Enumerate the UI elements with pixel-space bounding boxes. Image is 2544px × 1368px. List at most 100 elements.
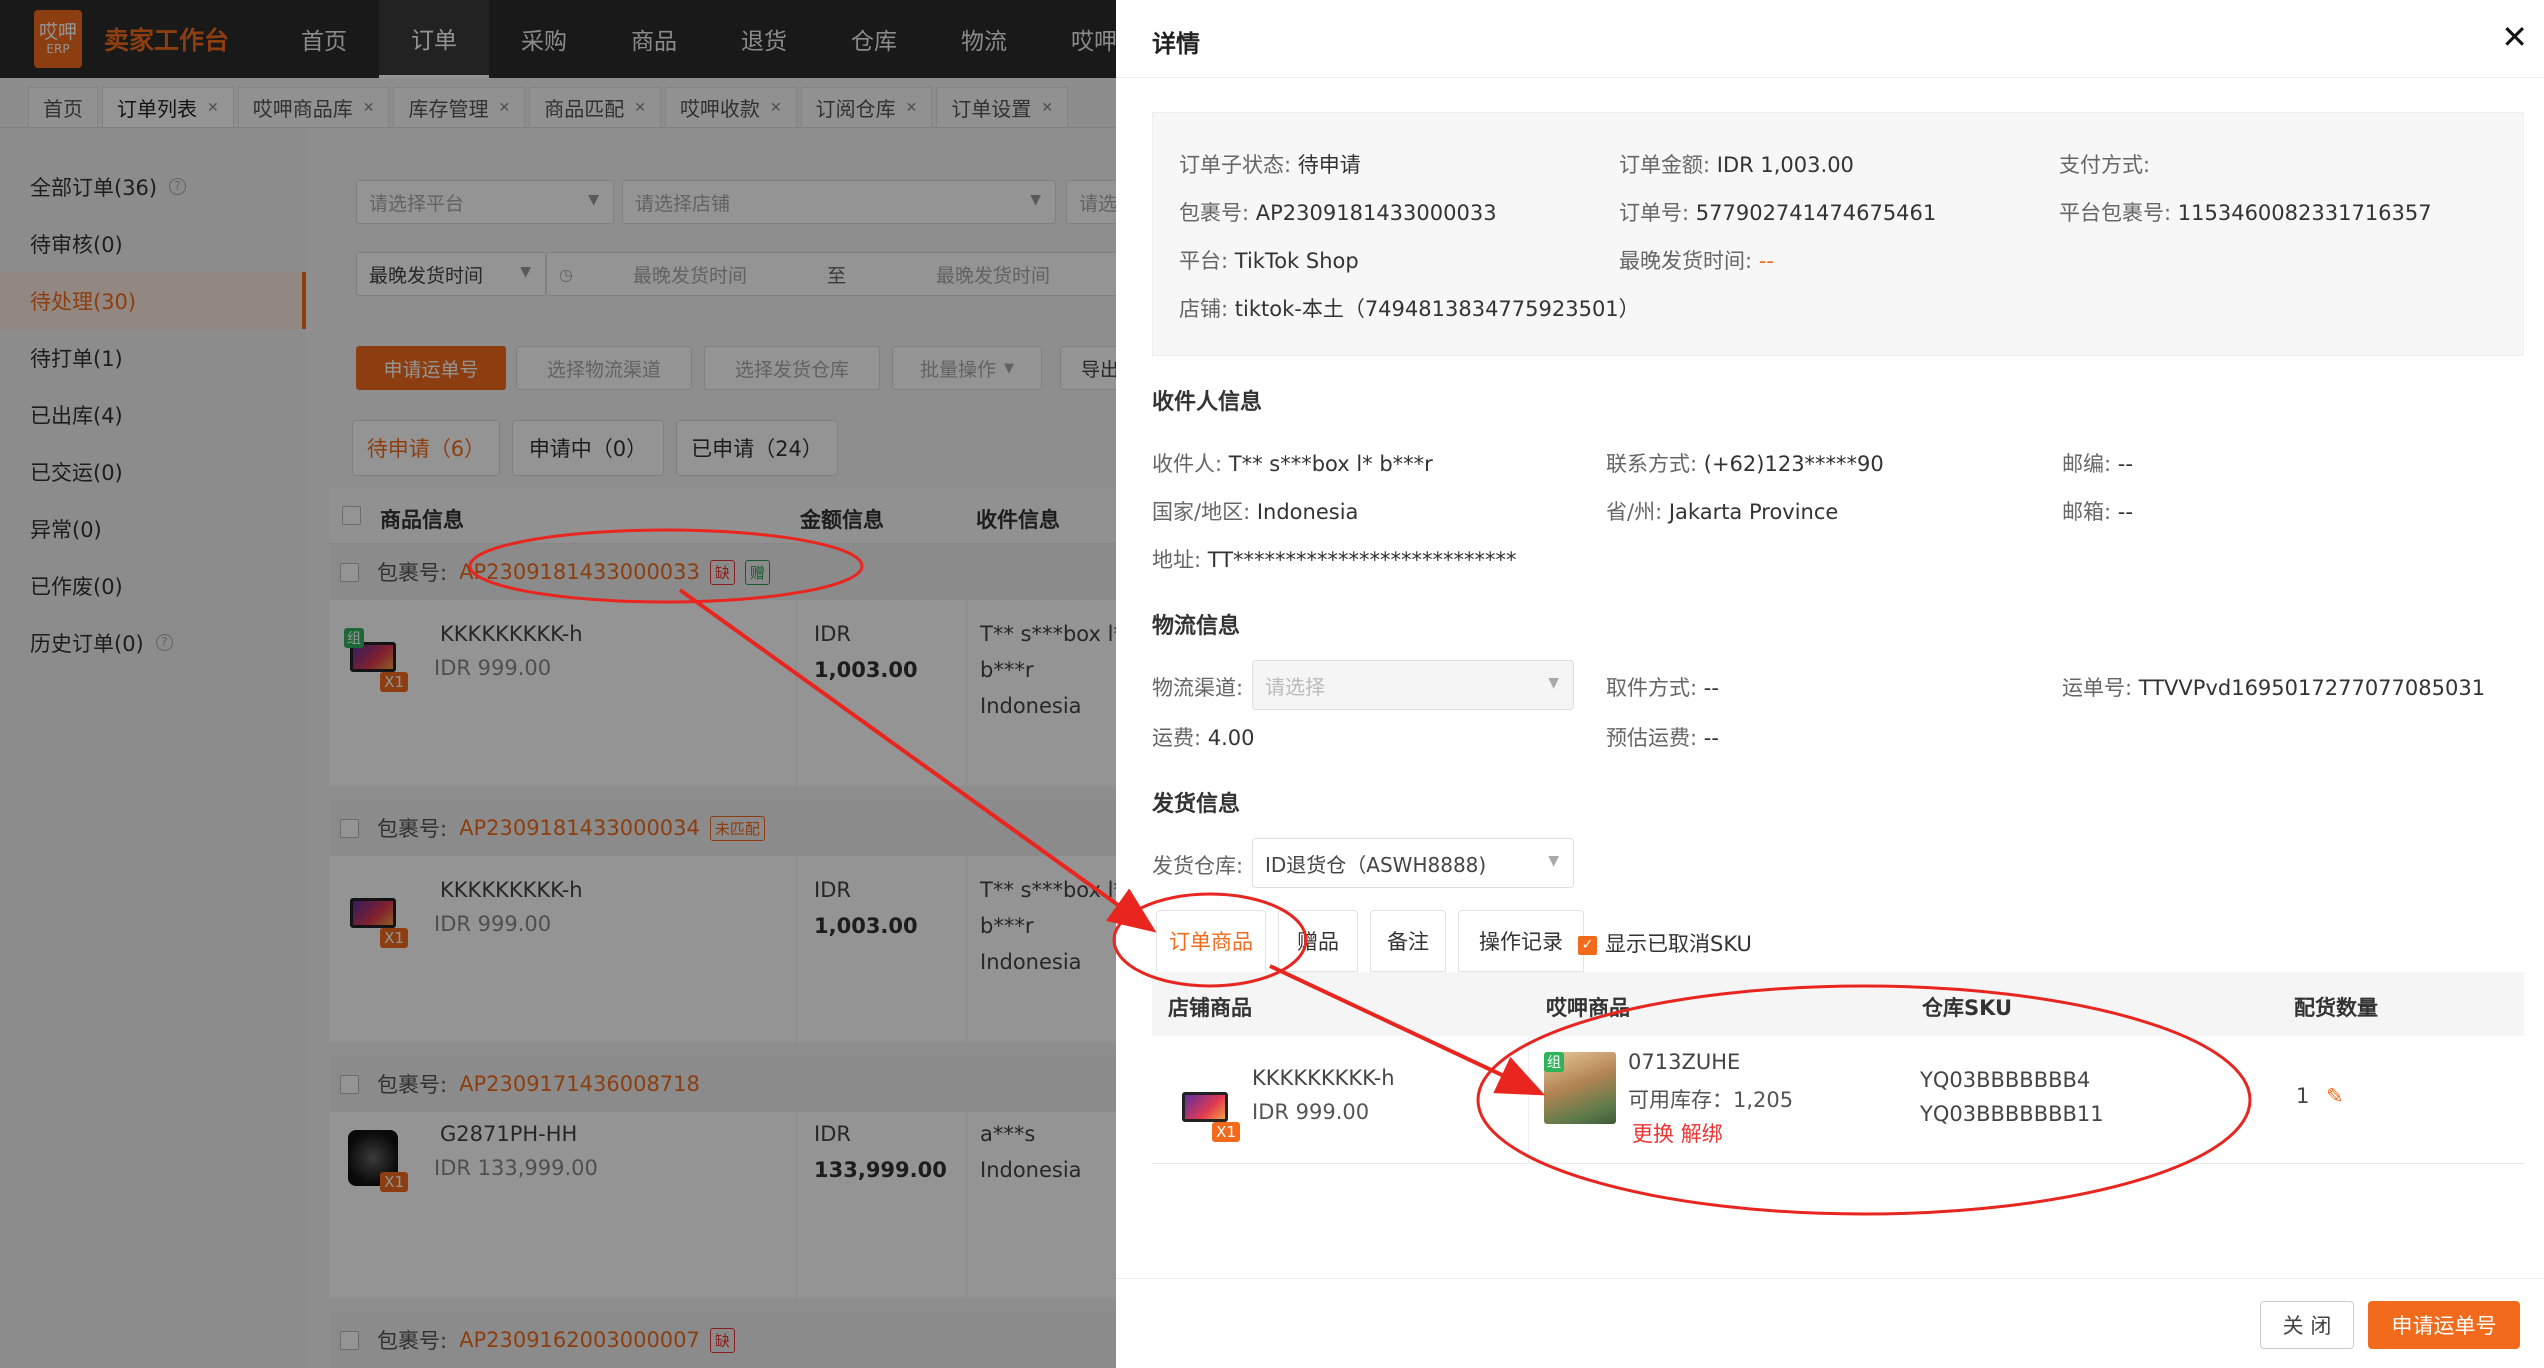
field-value: 577902741474675461 xyxy=(1695,201,1937,225)
field-label: 订单金额: xyxy=(1619,153,1711,177)
store-field: 店铺: tiktok-本土（7494813834775923501） xyxy=(1179,293,1640,323)
replace-link[interactable]: 更换 xyxy=(1632,1122,1674,1146)
aiya-product-code: 0713ZUHE xyxy=(1628,1050,1741,1074)
contact-field: 联系方式: (+62)123*****90 xyxy=(1606,448,1884,478)
store-product-price: IDR 999.00 xyxy=(1252,1100,1370,1124)
country-field: 国家/地区: Indonesia xyxy=(1152,496,1358,526)
tab-notes[interactable]: 备注 xyxy=(1370,910,1446,972)
aiya-product-photo: 组 xyxy=(1544,1052,1616,1124)
tab-operation-log[interactable]: 操作记录 xyxy=(1458,910,1584,972)
email-field: 邮箱: -- xyxy=(2062,496,2133,526)
drawer-title: 详情 xyxy=(1152,30,1200,58)
address-field: 地址: TT*************************** xyxy=(1152,544,1517,574)
field-label: 订单子状态: xyxy=(1179,153,1292,177)
field-label: 预估运费: xyxy=(1606,726,1698,750)
drawer-footer: 关 闭 申请运单号 xyxy=(1116,1278,2544,1368)
field-value: IDR 1,003.00 xyxy=(1716,153,1854,177)
field-label: 国家/地区: xyxy=(1152,500,1251,524)
stock-value: 1,205 xyxy=(1733,1088,1794,1112)
checkmark-icon: ✓ xyxy=(1578,935,1597,955)
logistics-channel-select[interactable]: 请选择 ▼ xyxy=(1252,660,1574,710)
apply-tracking-number-button[interactable]: 申请运单号 xyxy=(2368,1301,2520,1349)
chevron-down-icon: ▼ xyxy=(1548,853,1559,869)
field-label: 支付方式: xyxy=(2059,153,2151,177)
payment-method-field: 支付方式: xyxy=(2059,149,2150,179)
platform-package-field: 平台包裹号: 1153460082331716357 xyxy=(2059,197,2432,227)
field-label: 运单号: xyxy=(2062,676,2133,700)
field-label: 物流渠道: xyxy=(1152,676,1244,700)
field-value: tiktok-本土（7494813834775923501） xyxy=(1234,297,1640,321)
drawer-header: 详情 ✕ xyxy=(1116,0,2544,78)
field-label: 收件人: xyxy=(1152,452,1223,476)
available-stock: 可用库存：1,205 xyxy=(1628,1084,1793,1114)
show-cancelled-sku-checkbox[interactable]: ✓ 显示已取消SKU xyxy=(1578,928,1752,958)
header-store-product: 店铺商品 xyxy=(1168,996,1252,1020)
field-value: T** s***box l* b***r xyxy=(1228,452,1433,476)
warehouse-sku: YQ03BBBBBBB4 xyxy=(1920,1068,2091,1092)
aiya-product-actions: 更换 解绑 xyxy=(1632,1118,1723,1148)
field-value: TTVVPvd1695017277077085031 xyxy=(2138,676,2486,700)
select-placeholder: 请选择 xyxy=(1265,674,1325,699)
field-value: Indonesia xyxy=(1256,500,1359,524)
tab-gifts[interactable]: 赠品 xyxy=(1278,910,1358,972)
field-label: 最晚发货时间: xyxy=(1619,249,1753,273)
table-row: X1 KKKKKKKKK-h IDR 999.00 组 0713ZUHE 可用库… xyxy=(1152,1036,2524,1164)
close-button[interactable]: 关 闭 xyxy=(2260,1301,2354,1349)
field-label: 运费: xyxy=(1152,726,1202,750)
field-value: 1153460082331716357 xyxy=(2177,201,2432,225)
alloc-qty-value: 1 xyxy=(2296,1084,2310,1108)
laptop-image xyxy=(1182,1092,1228,1122)
field-value: -- xyxy=(2117,500,2133,524)
tab-order-items[interactable]: 订单商品 xyxy=(1156,910,1266,972)
field-label: 取件方式: xyxy=(1606,676,1698,700)
logistics-section-title: 物流信息 xyxy=(1152,614,1241,639)
stock-label: 可用库存： xyxy=(1628,1088,1733,1112)
edit-icon[interactable]: ✎ xyxy=(2326,1084,2344,1108)
tracking-field: 运单号: TTVVPvd1695017277077085031 xyxy=(2062,672,2485,702)
modal-backdrop[interactable] xyxy=(0,0,1116,1368)
field-label: 邮箱: xyxy=(2062,500,2112,524)
divider xyxy=(1528,1036,1529,1164)
field-value: 4.00 xyxy=(1207,726,1255,750)
store-product-name: KKKKKKKKK-h xyxy=(1252,1066,1395,1090)
combo-badge: 组 xyxy=(1544,1052,1564,1072)
warehouse-label: 发货仓库: xyxy=(1152,850,1243,880)
warehouse-sku: YQ03BBBBBBB11 xyxy=(1920,1102,2104,1126)
field-value: Jakarta Province xyxy=(1668,500,1839,524)
field-value: -- xyxy=(1703,676,1719,700)
checkbox-label: 显示已取消SKU xyxy=(1605,932,1752,956)
field-value: TT*************************** xyxy=(1207,548,1517,572)
order-no-field: 订单号: 577902741474675461 xyxy=(1619,197,1936,227)
channel-label: 物流渠道: xyxy=(1152,672,1243,702)
field-label: 包裹号: xyxy=(1179,201,1250,225)
header-aiya-product: 哎呷商品 xyxy=(1546,996,1630,1020)
order-summary-box: 订单子状态: 待申请 订单金额: IDR 1,003.00 支付方式: 包裹号:… xyxy=(1152,112,2524,356)
field-value: -- xyxy=(1703,726,1719,750)
recipient-section-title: 收件人信息 xyxy=(1152,390,1263,415)
field-value: TikTok Shop xyxy=(1234,249,1359,273)
field-value: AP2309181433000033 xyxy=(1255,201,1497,225)
field-value: -- xyxy=(2117,452,2133,476)
select-value: ID退货仓（ASWH8888) xyxy=(1265,852,1487,877)
field-label: 平台: xyxy=(1179,249,1229,273)
field-label: 省/州: xyxy=(1606,500,1663,524)
ship-by-field: 最晚发货时间: -- xyxy=(1619,245,1774,275)
sub-status-field: 订单子状态: 待申请 xyxy=(1179,149,1361,179)
alloc-qty-cell: 1 ✎ xyxy=(2296,1084,2344,1108)
province-field: 省/州: Jakarta Province xyxy=(1606,496,1838,526)
field-label: 邮编: xyxy=(2062,452,2112,476)
items-table-header: 店铺商品 哎呷商品 仓库SKU 配货数量 xyxy=(1152,972,2524,1036)
shipping-fee-field: 运费: 4.00 xyxy=(1152,722,1255,752)
shipping-section-title: 发货信息 xyxy=(1152,792,1241,817)
pickup-field: 取件方式: -- xyxy=(1606,672,1719,702)
field-label: 地址: xyxy=(1152,548,1202,572)
warehouse-select[interactable]: ID退货仓（ASWH8888) ▼ xyxy=(1252,838,1574,888)
package-no-field: 包裹号: AP2309181433000033 xyxy=(1179,197,1497,227)
field-label: 订单号: xyxy=(1619,201,1690,225)
unbind-link[interactable]: 解绑 xyxy=(1681,1122,1723,1146)
order-detail-drawer: 详情 ✕ 订单子状态: 待申请 订单金额: IDR 1,003.00 支付方式:… xyxy=(1116,0,2544,1368)
field-value: (+62)123*****90 xyxy=(1703,452,1884,476)
field-label: 联系方式: xyxy=(1606,452,1698,476)
field-label: 店铺: xyxy=(1179,297,1229,321)
close-icon[interactable]: ✕ xyxy=(2501,18,2528,56)
